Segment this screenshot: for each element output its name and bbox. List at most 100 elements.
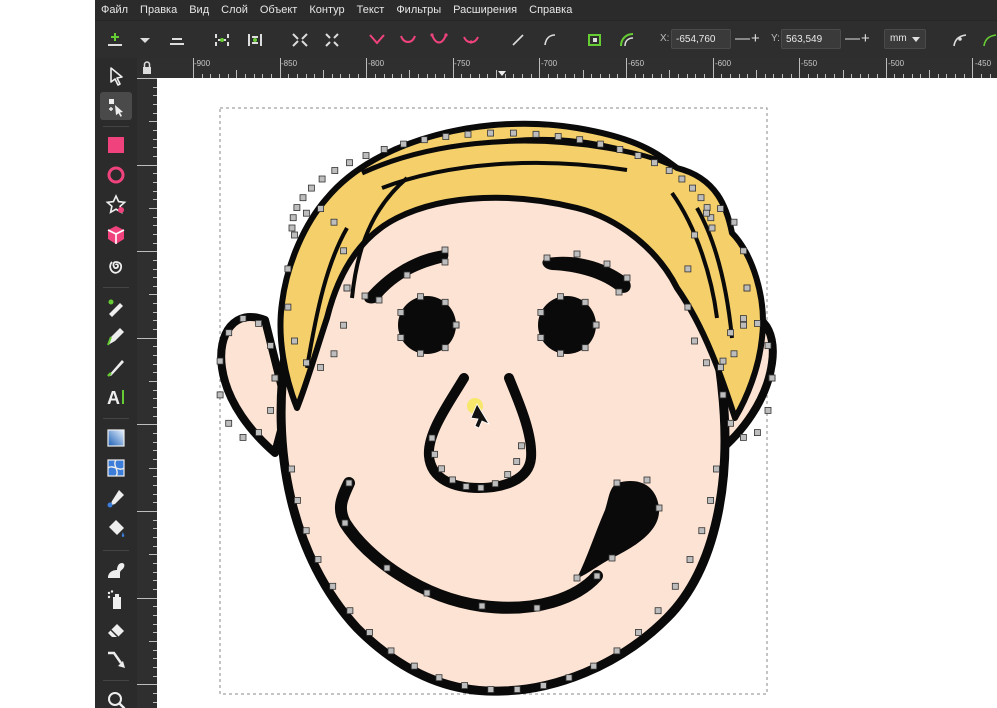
- path-node[interactable]: [487, 129, 495, 137]
- path-node[interactable]: [293, 204, 301, 211]
- path-node[interactable]: [719, 357, 727, 365]
- connector-tool-icon[interactable]: [105, 649, 127, 671]
- path-node[interactable]: [420, 136, 428, 144]
- object-to-path-icon[interactable]: [585, 30, 605, 50]
- menu-extensions[interactable]: Расширения: [447, 0, 523, 20]
- path-node[interactable]: [423, 589, 431, 597]
- pencil-tool-icon[interactable]: [105, 326, 127, 348]
- path-node[interactable]: [593, 572, 601, 580]
- path-node[interactable]: [289, 214, 297, 222]
- path-node[interactable]: [318, 175, 326, 183]
- path-node[interactable]: [417, 349, 424, 357]
- path-node[interactable]: [362, 152, 370, 159]
- x-increment-button[interactable]: +: [751, 31, 760, 47]
- path-node[interactable]: [346, 607, 354, 615]
- menu-help[interactable]: Справка: [523, 0, 578, 20]
- menu-text[interactable]: Текст: [351, 0, 391, 20]
- path-node[interactable]: [671, 582, 679, 590]
- path-node[interactable]: [284, 265, 292, 273]
- menu-filters[interactable]: Фильтры: [390, 0, 447, 20]
- path-node[interactable]: [302, 527, 310, 535]
- path-node[interactable]: [573, 250, 581, 258]
- path-node[interactable]: [366, 629, 373, 636]
- path-node[interactable]: [239, 433, 247, 441]
- path-node[interactable]: [623, 274, 631, 282]
- path-node[interactable]: [573, 574, 581, 582]
- menu-layer[interactable]: Слой: [215, 0, 254, 20]
- path-node[interactable]: [478, 602, 486, 610]
- path-node[interactable]: [590, 662, 598, 670]
- zoom-tool-icon[interactable]: [105, 689, 127, 708]
- path-node[interactable]: [655, 504, 663, 512]
- path-node[interactable]: [764, 406, 772, 414]
- path-node[interactable]: [284, 303, 292, 311]
- insert-node-icon[interactable]: [105, 30, 125, 50]
- insert-node-dropdown-icon[interactable]: [135, 30, 155, 50]
- path-node[interactable]: [698, 527, 706, 535]
- selector-tool-icon[interactable]: [105, 65, 127, 87]
- path-node[interactable]: [764, 342, 772, 350]
- path-node[interactable]: [730, 350, 738, 358]
- path-node[interactable]: [635, 629, 642, 636]
- tweak-tool-icon[interactable]: [105, 559, 127, 581]
- path-node[interactable]: [267, 406, 274, 414]
- path-node[interactable]: [477, 484, 485, 492]
- path-node[interactable]: [387, 647, 395, 655]
- path-node[interactable]: [576, 136, 584, 144]
- path-node[interactable]: [346, 159, 353, 167]
- path-node[interactable]: [684, 265, 692, 273]
- stroke-to-path-icon[interactable]: [617, 30, 637, 50]
- path-node[interactable]: [487, 686, 495, 693]
- node-symmetric-icon[interactable]: [429, 30, 449, 50]
- path-node[interactable]: [314, 556, 322, 563]
- drawing[interactable]: [157, 78, 997, 708]
- path-node[interactable]: [509, 129, 517, 137]
- eraser-tool-icon[interactable]: [105, 619, 127, 641]
- path-node[interactable]: [565, 674, 573, 682]
- path-node[interactable]: [697, 194, 705, 202]
- path-node[interactable]: [554, 133, 562, 140]
- path-node[interactable]: [581, 344, 589, 352]
- path-node[interactable]: [307, 184, 315, 192]
- path-node[interactable]: [329, 582, 337, 590]
- path-node[interactable]: [596, 140, 604, 148]
- path-node[interactable]: [557, 293, 564, 301]
- segment-line-icon[interactable]: [508, 30, 528, 50]
- path-node[interactable]: [341, 519, 349, 527]
- path-node[interactable]: [703, 209, 710, 217]
- path-node[interactable]: [557, 349, 564, 357]
- path-node[interactable]: [331, 167, 339, 174]
- path-node[interactable]: [255, 429, 262, 437]
- rect-tool-icon[interactable]: [105, 134, 127, 156]
- mesh-tool-icon[interactable]: [105, 457, 127, 479]
- y-coordinate-input[interactable]: 563,549: [781, 29, 841, 49]
- path-node[interactable]: [740, 247, 747, 255]
- bezier-tool-icon[interactable]: [105, 296, 127, 318]
- spiral-tool-icon[interactable]: [105, 254, 127, 276]
- path-node[interactable]: [517, 442, 525, 450]
- path-node[interactable]: [343, 284, 351, 292]
- path-node[interactable]: [441, 246, 449, 254]
- path-node[interactable]: [708, 224, 716, 232]
- path-node[interactable]: [441, 344, 449, 352]
- path-node[interactable]: [403, 271, 411, 279]
- path-node[interactable]: [330, 218, 338, 226]
- path-node[interactable]: [383, 564, 391, 572]
- vertical-ruler[interactable]: [137, 78, 157, 708]
- path-node[interactable]: [740, 433, 747, 441]
- path-node[interactable]: [302, 209, 310, 217]
- path-node[interactable]: [380, 146, 388, 153]
- path-node[interactable]: [435, 674, 443, 682]
- x-decrement-button[interactable]: —: [735, 31, 750, 47]
- ellipse-tool-icon[interactable]: [105, 164, 127, 186]
- path-node[interactable]: [288, 224, 296, 232]
- path-node[interactable]: [717, 205, 724, 212]
- path-node[interactable]: [330, 350, 338, 358]
- y-increment-button[interactable]: +: [861, 31, 870, 47]
- path-node[interactable]: [686, 556, 694, 563]
- menu-view[interactable]: Вид: [183, 0, 215, 20]
- show-handles-icon[interactable]: [950, 30, 970, 50]
- path-node[interactable]: [719, 391, 727, 399]
- path-node[interactable]: [397, 334, 405, 342]
- path-node[interactable]: [461, 682, 469, 689]
